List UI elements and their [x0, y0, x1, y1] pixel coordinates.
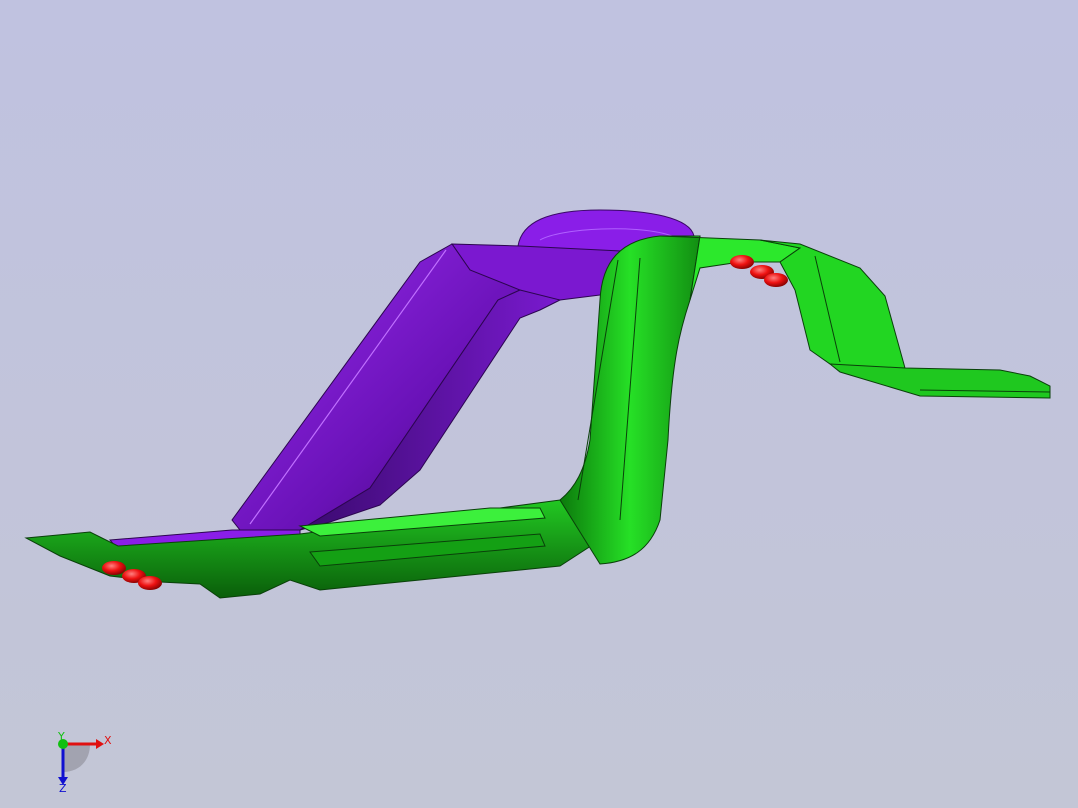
3d-viewport[interactable]: X Y Z: [0, 0, 1078, 808]
model-scene[interactable]: [0, 0, 1078, 808]
orientation-triad: X Y Z: [57, 730, 112, 795]
x-axis-label: X: [104, 734, 112, 747]
fastener-left-1[interactable]: [102, 561, 126, 575]
z-axis-label: Z: [59, 782, 67, 795]
fastener-right-1[interactable]: [730, 255, 754, 269]
fastener-left-3[interactable]: [138, 576, 162, 590]
fastener-right-3[interactable]: [764, 273, 788, 287]
x-axis-arrow: [96, 739, 104, 749]
viewport-background: [0, 0, 1078, 808]
y-axis-label: Y: [57, 730, 65, 743]
triad-origin-shading: [63, 744, 90, 772]
